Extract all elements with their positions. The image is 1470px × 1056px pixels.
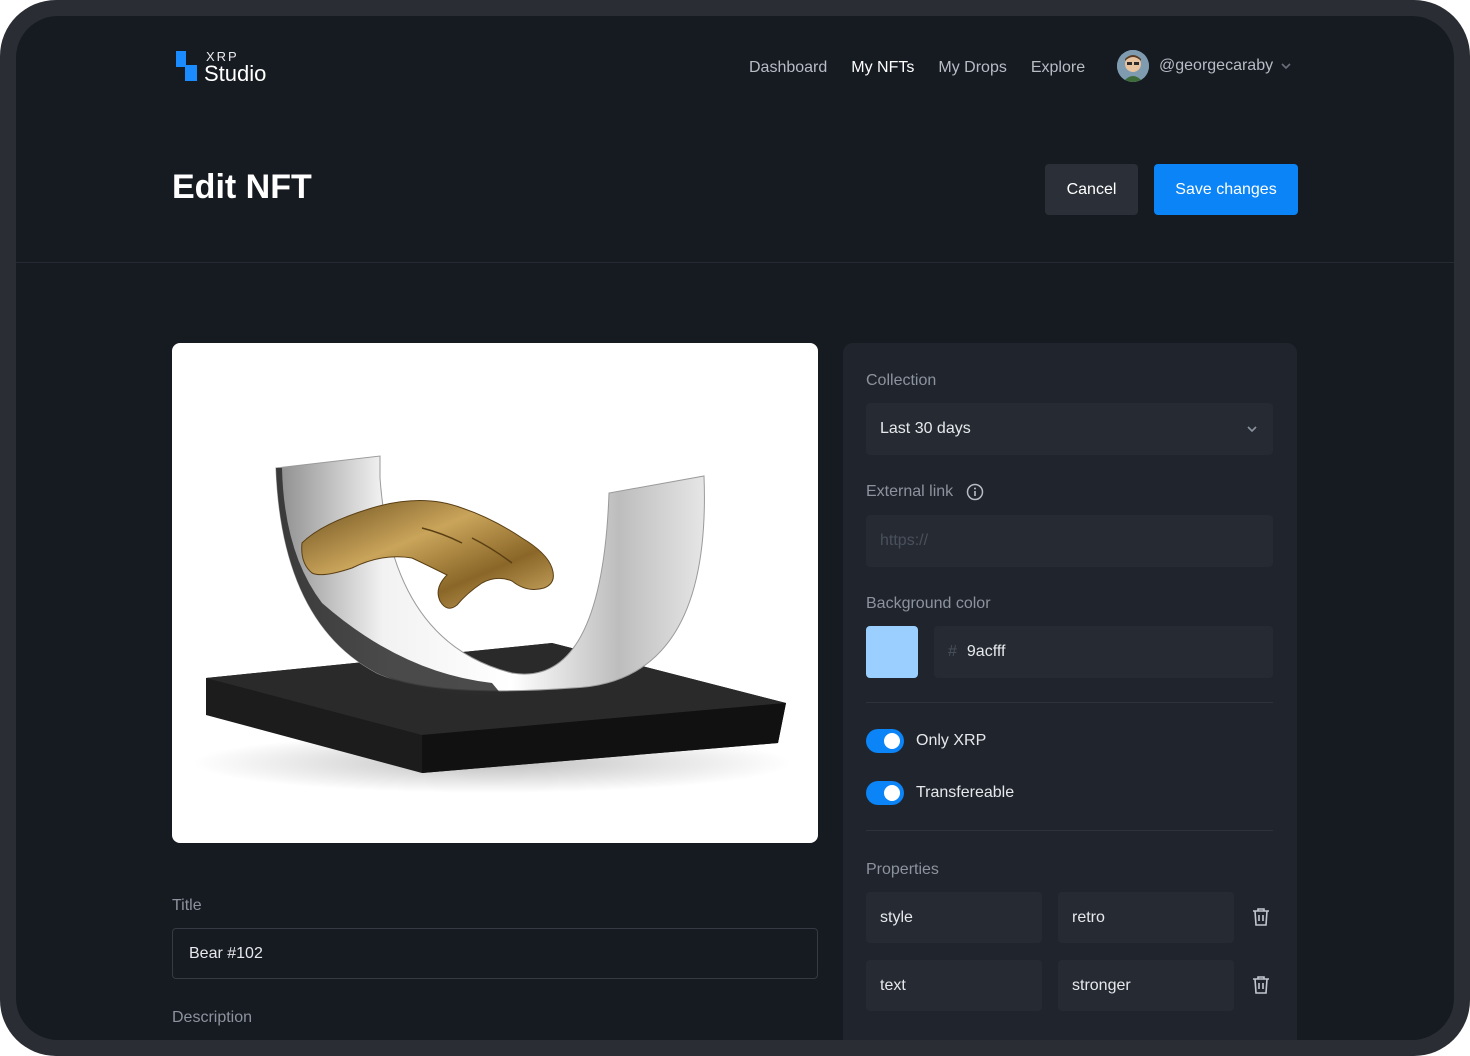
title-input[interactable]: Bear #102 [172,928,818,979]
external-link-placeholder: https:// [880,532,929,549]
user-menu[interactable]: @georgecaraby [1117,50,1293,82]
brand-logo[interactable]: XRP Studio [176,49,286,89]
transferable-toggle[interactable] [866,781,904,805]
nft-image[interactable] [172,343,818,843]
info-icon[interactable] [966,483,984,501]
brand-name: Studio [204,61,267,86]
logo-mark-icon [176,51,202,85]
background-color-input[interactable]: # 9acfff [934,626,1273,678]
device-frame: XRP Studio Dashboard My NFTs My Drops Ex… [0,0,1470,1056]
external-link-label-row: External link [866,483,984,501]
header-divider [16,262,1454,263]
only-xrp-toggle[interactable] [866,729,904,753]
color-swatch[interactable] [866,626,918,678]
collection-value: Last 30 days [880,420,971,437]
nav-link-dashboard[interactable]: Dashboard [749,59,827,77]
only-xrp-label: Only XRP [916,732,987,749]
settings-panel: Collection Last 30 days External link ht… [843,343,1297,1040]
trash-icon[interactable] [1250,974,1272,996]
collection-select[interactable]: Last 30 days [866,403,1273,455]
username: @georgecaraby [1159,57,1274,74]
title-label: Title [172,897,202,914]
avatar [1117,50,1149,82]
collection-label: Collection [866,372,937,389]
app-screen: XRP Studio Dashboard My NFTs My Drops Ex… [16,16,1454,1040]
page-title: Edit NFT [172,168,312,206]
external-link-input[interactable]: https:// [866,515,1273,567]
external-link-label: External link [866,483,954,501]
background-color-value: 9acfff [966,643,1006,660]
property-value-input[interactable]: stronger [1058,960,1234,1011]
transferable-label: Transfereable [916,784,1015,801]
property-key-input[interactable]: style [866,892,1042,943]
panel-divider [866,702,1273,703]
chevron-down-icon [1247,426,1257,433]
main-nav: Dashboard My NFTs My Drops Explore [749,56,1109,80]
save-changes-button[interactable]: Save changes [1154,164,1298,215]
chevron-down-icon [1281,63,1291,70]
cancel-button[interactable]: Cancel [1045,164,1138,215]
hash-prefix: # [948,643,957,660]
background-color-label: Background color [866,595,991,612]
panel-divider [866,830,1273,831]
nav-link-my-drops[interactable]: My Drops [938,59,1006,77]
property-key-input[interactable]: text [866,960,1042,1011]
properties-label: Properties [866,861,939,878]
trash-icon[interactable] [1250,906,1272,928]
nav-link-explore[interactable]: Explore [1031,59,1085,77]
nav-link-my-nfts[interactable]: My NFTs [851,59,914,77]
description-label: Description [172,1009,253,1026]
property-value-input[interactable]: retro [1058,892,1234,943]
